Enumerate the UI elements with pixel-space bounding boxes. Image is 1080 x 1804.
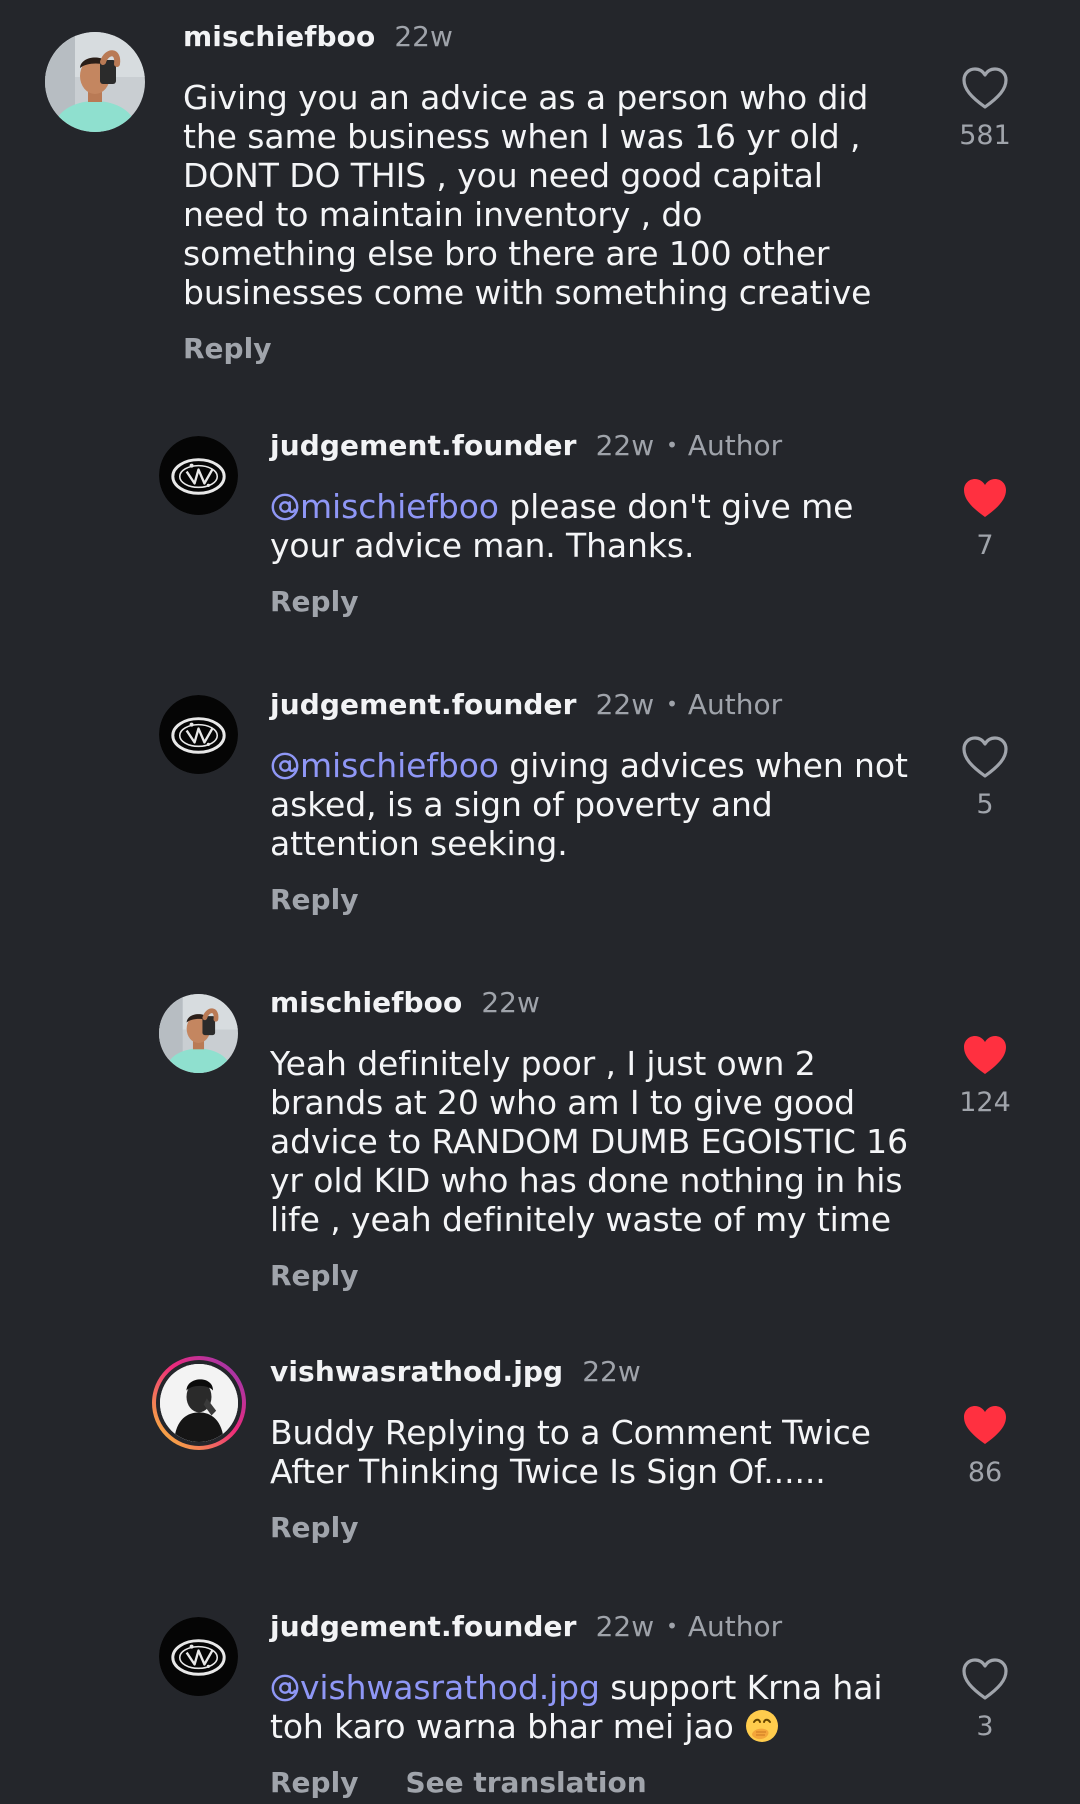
username[interactable]: judgement.founder [270, 688, 577, 721]
like-count: 3 [976, 1711, 994, 1742]
comment-meta: judgement.founder 22w • Author [270, 429, 930, 469]
comment-body: mischiefboo 22w Yeah definitely poor , I… [270, 986, 930, 1292]
avatar[interactable] [159, 1617, 238, 1696]
comment-actions: Reply [270, 1511, 930, 1544]
comment-actions: Reply [270, 1259, 930, 1292]
reply-button[interactable]: Reply [270, 585, 358, 618]
author-badge: Author [687, 1610, 783, 1643]
user-photo-icon [45, 32, 145, 132]
like-count: 86 [967, 1457, 1003, 1488]
username[interactable]: judgement.founder [270, 1610, 577, 1643]
like-button[interactable]: 3 [945, 1657, 1025, 1742]
username[interactable]: vishwasrathod.jpg [270, 1355, 563, 1388]
mention-link[interactable]: mischiefboo [270, 487, 499, 526]
heart-outline-icon [961, 1657, 1009, 1701]
threads-at-icon [270, 751, 300, 781]
comment-meta: judgement.founder 22w • Author [270, 688, 930, 728]
username[interactable]: mischiefboo [270, 986, 462, 1019]
comment-body: vishwasrathod.jpg 22w Buddy Replying to … [270, 1355, 930, 1544]
like-count: 581 [959, 120, 1011, 151]
reply-button[interactable]: Reply [183, 332, 271, 365]
comment-text: mischiefboo giving advices when not aske… [270, 746, 930, 863]
avatar-story-ring[interactable] [152, 1356, 246, 1450]
comment-text: Buddy Replying to a Comment Twice After … [270, 1413, 871, 1491]
avatar[interactable] [159, 695, 238, 774]
like-button[interactable]: 124 [945, 1033, 1025, 1118]
like-count: 124 [959, 1087, 1011, 1118]
comment-body: mischiefboo 22w Giving you an advice as … [183, 20, 883, 365]
brand-logo-icon [159, 1617, 238, 1696]
comment-actions: Reply [270, 585, 930, 618]
comment-meta: mischiefboo 22w [270, 986, 930, 1026]
comment-actions: Reply [270, 883, 930, 916]
threads-at-icon [270, 492, 300, 522]
timestamp: 22w [595, 1610, 655, 1643]
face-with-hand-over-mouth-icon [744, 1708, 780, 1744]
user-photo-icon [159, 994, 238, 1073]
avatar[interactable] [159, 436, 238, 515]
user-photo-icon [160, 1364, 238, 1442]
brand-logo-icon [159, 695, 238, 774]
heart-filled-icon [961, 1403, 1009, 1447]
heart-outline-icon [961, 66, 1009, 110]
heart-filled-icon [961, 1033, 1009, 1077]
reply-button[interactable]: Reply [270, 1511, 358, 1544]
mention-username: mischiefboo [300, 746, 499, 785]
comment-text: Yeah definitely poor , I just own 2 bran… [270, 1044, 908, 1239]
like-button[interactable]: 86 [945, 1403, 1025, 1488]
avatar [160, 1364, 238, 1442]
like-count: 5 [976, 789, 994, 820]
comment-body: judgement.founder 22w • Author vishwasra… [270, 1610, 930, 1799]
avatar-ring-gap [156, 1360, 242, 1446]
timestamp: 22w [595, 688, 655, 721]
separator-dot: • [666, 692, 678, 716]
mention-link[interactable]: mischiefboo [270, 746, 499, 785]
heart-outline-icon [961, 735, 1009, 779]
reply-button[interactable]: Reply [270, 1259, 358, 1292]
comment-body: judgement.founder 22w • Author mischiefb… [270, 429, 930, 618]
avatar[interactable] [159, 994, 238, 1073]
comment-text: mischiefboo please don't give me your ad… [270, 487, 930, 565]
like-button[interactable]: 5 [945, 735, 1025, 820]
avatar[interactable] [45, 32, 145, 132]
see-translation-button[interactable]: See translation [405, 1766, 646, 1799]
separator-dot: • [666, 1614, 678, 1638]
author-badge: Author [687, 688, 783, 721]
reply-button[interactable]: Reply [270, 1766, 358, 1799]
comment-actions: Reply See translation [270, 1766, 930, 1799]
timestamp: 22w [394, 20, 453, 53]
timestamp: 22w [481, 986, 540, 1019]
comment-meta: vishwasrathod.jpg 22w [270, 1355, 930, 1395]
username[interactable]: judgement.founder [270, 429, 577, 462]
heart-filled-icon [961, 476, 1009, 520]
mention-link[interactable]: vishwasrathod.jpg [270, 1668, 600, 1707]
comment-text: vishwasrathod.jpg support Krna hai toh k… [270, 1668, 930, 1746]
timestamp: 22w [582, 1355, 641, 1388]
separator-dot: • [666, 433, 678, 457]
reply-button[interactable]: Reply [270, 883, 358, 916]
like-button[interactable]: 7 [945, 476, 1025, 561]
comment-body: judgement.founder 22w • Author mischiefb… [270, 688, 930, 916]
comment-meta: mischiefboo 22w [183, 20, 883, 60]
timestamp: 22w [595, 429, 655, 462]
username[interactable]: mischiefboo [183, 20, 375, 53]
mention-username: vishwasrathod.jpg [300, 1668, 600, 1707]
brand-logo-icon [159, 436, 238, 515]
like-button[interactable]: 581 [945, 66, 1025, 151]
author-badge: Author [687, 429, 783, 462]
comment-text: Giving you an advice as a person who did… [183, 78, 872, 312]
comment-meta: judgement.founder 22w • Author [270, 1610, 930, 1650]
mention-username: mischiefboo [300, 487, 499, 526]
threads-at-icon [270, 1673, 300, 1703]
like-count: 7 [976, 530, 994, 561]
comment-actions: Reply [183, 332, 883, 365]
